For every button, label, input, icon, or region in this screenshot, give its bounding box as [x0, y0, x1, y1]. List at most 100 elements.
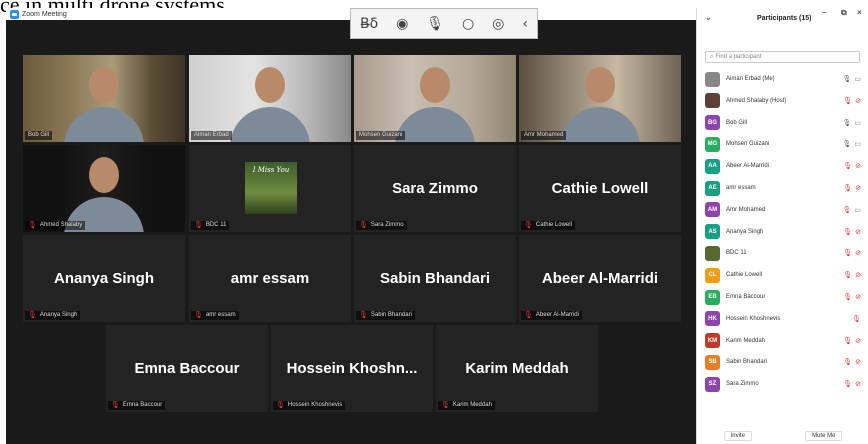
- recording-icon[interactable]: B̶δ: [360, 16, 378, 32]
- invite-button[interactable]: Invite: [723, 431, 752, 441]
- participant-display-name: Emna Baccour: [134, 360, 240, 377]
- video-camera-icon[interactable]: ▭: [854, 140, 861, 148]
- muted-mic-icon[interactable]: 🎙: [842, 206, 851, 214]
- video-tile[interactable]: Bob Gill: [23, 55, 185, 142]
- participant-status-icons: 🎙 ⊘: [843, 337, 861, 345]
- participants-title: Participants (15): [757, 15, 812, 22]
- circle-icon[interactable]: ○: [462, 16, 474, 32]
- muted-mic-icon[interactable]: 🎙: [843, 184, 852, 192]
- video-off-icon[interactable]: ⊘: [855, 184, 861, 192]
- video-camera-icon[interactable]: ▭: [854, 119, 861, 127]
- mute-me-button[interactable]: Mute Me: [805, 431, 843, 441]
- tile-name-text: Emna Baccour: [122, 402, 163, 408]
- tile-name-label: 🎙 Cathie Lowell: [521, 221, 575, 230]
- microphone-icon[interactable]: 🎙: [426, 16, 444, 32]
- muted-mic-icon: 🎙: [28, 312, 37, 319]
- video-tile[interactable]: Mohsen Guizani: [354, 55, 516, 142]
- participant-row[interactable]: KM Karim Meddah 🎙 ⊘: [705, 332, 861, 350]
- muted-mic-icon: 🎙: [28, 222, 37, 229]
- video-off-icon[interactable]: ⊘: [855, 228, 861, 236]
- video-camera-icon[interactable]: ▭: [854, 75, 861, 83]
- muted-mic-icon: 🎙: [111, 402, 120, 409]
- participant-avatar: AE: [705, 180, 720, 196]
- participant-row[interactable]: CL Cathie Lowell 🎙 ⊘: [705, 266, 861, 284]
- record-dot-icon[interactable]: ◉: [396, 16, 408, 32]
- participant-row[interactable]: EB Emna Baccour 🎙 ⊘: [705, 288, 861, 306]
- participant-row[interactable]: AS Ananya Singh 🎙 ⊘: [705, 223, 861, 241]
- video-tile[interactable]: Sabin Bhandari 🎙 Sabin Bhandari: [354, 235, 516, 322]
- mic-icon[interactable]: 🎙: [842, 75, 851, 83]
- avatar-initials: BG: [708, 119, 717, 126]
- tile-name-text: amr essam: [205, 312, 236, 318]
- muted-mic-icon[interactable]: 🎙: [843, 271, 852, 279]
- video-tile[interactable]: Abeer Al-Marridi 🎙 Abeer Al-Marridi: [519, 235, 681, 322]
- participant-avatar: KM: [705, 333, 720, 349]
- video-off-icon[interactable]: ⊘: [855, 97, 861, 105]
- video-camera-icon[interactable]: ▭: [854, 206, 861, 214]
- popout-icon[interactable]: ⧉: [841, 8, 847, 18]
- tile-name-text: Cathie Lowell: [535, 222, 572, 228]
- muted-mic-icon[interactable]: 🎙: [843, 228, 852, 236]
- tile-name-label: 🎙 Ahmed Shalaby: [25, 221, 86, 230]
- muted-mic-icon: 🎙: [194, 312, 203, 319]
- participant-status-icons: 🎙 ⊘: [843, 97, 861, 105]
- person-head-shape: [420, 67, 450, 103]
- participant-row[interactable]: AM Amr Mohamed 🎙 ▭: [705, 201, 861, 219]
- video-off-icon[interactable]: ⊘: [855, 271, 861, 279]
- participant-row[interactable]: AE amr essam 🎙 ⊘: [705, 179, 861, 197]
- participant-row[interactable]: Ahmed Shalaby (Host) 🎙 ⊘: [705, 92, 861, 110]
- video-tile[interactable]: Sara Zimmo 🎙 Sara Zimmo: [354, 145, 516, 232]
- participant-name: Ananya Singh: [726, 228, 764, 235]
- video-tile[interactable]: amr essam 🎙 amr essam: [189, 235, 351, 322]
- mic-icon[interactable]: 🎙: [842, 140, 851, 148]
- collapse-chevron-icon[interactable]: ⌄: [705, 13, 712, 22]
- chevron-left-icon[interactable]: ‹: [522, 16, 528, 32]
- muted-mic-icon[interactable]: 🎙: [843, 337, 852, 345]
- muted-mic-icon[interactable]: 🎙: [843, 293, 852, 301]
- video-tile[interactable]: Karim Meddah 🎙 Karim Meddah: [436, 325, 598, 412]
- video-off-icon[interactable]: ⊘: [855, 337, 861, 345]
- video-off-icon[interactable]: ⊘: [855, 249, 861, 257]
- video-off-icon[interactable]: ⊘: [855, 358, 861, 366]
- muted-mic-icon[interactable]: 🎙: [843, 97, 852, 105]
- video-off-icon[interactable]: ⊘: [855, 293, 861, 301]
- muted-mic-icon[interactable]: 🎙: [843, 249, 852, 257]
- tile-name-label: 🎙 amr essam: [191, 311, 239, 320]
- video-tile[interactable]: Hossein Khoshn... 🎙 Hossein Khoshnevis: [271, 325, 433, 412]
- video-off-icon[interactable]: ⊘: [855, 162, 861, 170]
- participant-row[interactable]: SB Sabin Bhandari 🎙 ⊘: [705, 353, 861, 371]
- participant-row[interactable]: SZ Sara Zimmo 🎙 ⊘: [705, 375, 861, 393]
- participant-row[interactable]: BDC 11 🎙 ⊘: [705, 244, 861, 262]
- muted-mic-icon[interactable]: 🎙: [843, 380, 852, 388]
- participant-status-icons: 🎙 ⊘: [843, 249, 861, 257]
- tile-name-label: 🎙 Hossein Khoshnevis: [273, 401, 346, 410]
- participant-row[interactable]: Aiman Erbad (Me) 🎙 ▭: [705, 70, 861, 88]
- video-tile[interactable]: Aiman Erbad: [189, 55, 351, 142]
- muted-mic-icon[interactable]: 🎙: [843, 162, 852, 170]
- video-tile[interactable]: Amr Mohamed: [519, 55, 681, 142]
- broadcast-icon[interactable]: ◎: [492, 16, 504, 32]
- participant-status-icons: 🎙: [852, 315, 861, 323]
- participant-row[interactable]: MG Mohsen Guizani 🎙 ▭: [705, 135, 861, 153]
- video-tile[interactable]: Cathie Lowell 🎙 Cathie Lowell: [519, 145, 681, 232]
- participant-search-input[interactable]: ⌕ Find a participant: [705, 51, 860, 63]
- participant-avatar: HK: [705, 311, 720, 327]
- tile-name-text: Sara Zimmo: [370, 222, 404, 228]
- video-tile[interactable]: Emna Baccour 🎙 Emna Baccour: [106, 325, 268, 412]
- video-tile[interactable]: I Miss You 🎙 BDC 11: [189, 145, 351, 232]
- minimize-icon[interactable]: –: [822, 8, 826, 17]
- muted-mic-icon: 🎙: [359, 222, 368, 229]
- participant-name: Mohsen Guizani: [726, 141, 770, 148]
- participant-name: Sara Zimmo: [726, 381, 759, 388]
- participant-row[interactable]: HK Hossein Khoshnevis 🎙: [705, 310, 861, 328]
- close-icon[interactable]: ×: [857, 8, 862, 17]
- video-off-icon[interactable]: ⊘: [855, 380, 861, 388]
- participant-row[interactable]: BG Bob Gill 🎙 ▭: [705, 114, 861, 132]
- video-tile[interactable]: 🎙 Ahmed Shalaby: [23, 145, 185, 232]
- video-tile[interactable]: Ananya Singh 🎙 Ananya Singh: [23, 235, 185, 322]
- muted-mic-icon[interactable]: 🎙: [843, 358, 852, 366]
- participant-display-name: Cathie Lowell: [551, 180, 649, 197]
- participant-row[interactable]: AA Abeer Al-Marridi 🎙 ⊘: [705, 157, 861, 175]
- mic-icon[interactable]: 🎙: [842, 119, 851, 127]
- muted-mic-icon[interactable]: 🎙: [852, 315, 861, 323]
